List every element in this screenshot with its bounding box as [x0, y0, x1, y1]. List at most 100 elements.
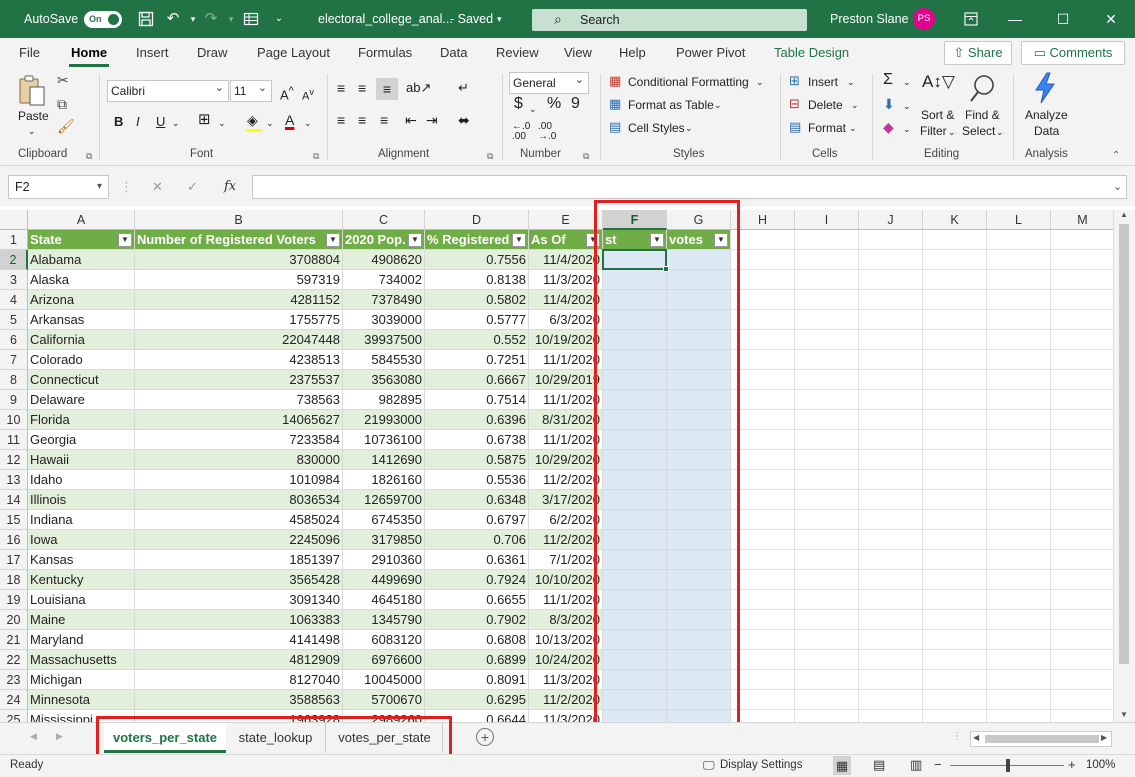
- table-cell[interactable]: 0.5802: [425, 290, 529, 310]
- grid-cell[interactable]: [795, 670, 859, 690]
- format-cells-dropdown-icon[interactable]: ⌄: [849, 120, 857, 136]
- grid-cell[interactable]: [795, 590, 859, 610]
- row-header-18[interactable]: 18: [0, 570, 28, 590]
- table-cell[interactable]: 8127040: [135, 670, 343, 690]
- table-cell[interactable]: 10045000: [343, 670, 425, 690]
- state-name-cell[interactable]: California: [28, 330, 135, 350]
- grid-cell[interactable]: [923, 350, 987, 370]
- table-cell[interactable]: 4141498: [135, 630, 343, 650]
- grid-cell[interactable]: [1051, 710, 1115, 722]
- table-cell[interactable]: 10/29/2019: [529, 370, 603, 390]
- table-cell[interactable]: 1010984: [135, 470, 343, 490]
- grid-cell[interactable]: [859, 310, 923, 330]
- state-name-cell[interactable]: Colorado: [28, 350, 135, 370]
- row-header-22[interactable]: 22: [0, 650, 28, 670]
- grid-cell[interactable]: [923, 250, 987, 270]
- grid-cell[interactable]: [1051, 490, 1115, 510]
- grid-cell[interactable]: [987, 530, 1051, 550]
- table-cell[interactable]: 10/10/2020: [529, 570, 603, 590]
- grid-cell[interactable]: [731, 450, 795, 470]
- comments-button[interactable]: ▭ Comments: [1021, 41, 1125, 65]
- table-cell[interactable]: 0.6899: [425, 650, 529, 670]
- grid-cell[interactable]: [1051, 230, 1115, 250]
- table-cell[interactable]: 0.8138: [425, 270, 529, 290]
- grid-cell[interactable]: [923, 630, 987, 650]
- zoom-out-icon[interactable]: −: [934, 757, 942, 772]
- cut-icon[interactable]: ✂: [57, 72, 69, 89]
- grid-cell[interactable]: [731, 510, 795, 530]
- underline-button[interactable]: U: [156, 114, 165, 130]
- sort-filter-label-2[interactable]: Filter: [920, 123, 947, 139]
- table-cell[interactable]: 6745350: [343, 510, 425, 530]
- table-cell[interactable]: 11/2/2020: [529, 530, 603, 550]
- table-header-cell[interactable]: 2020 Pop. ▼: [343, 230, 425, 250]
- increase-font-icon[interactable]: A^: [280, 83, 294, 103]
- grid-cell[interactable]: [859, 510, 923, 530]
- table-cell[interactable]: 0.6295: [425, 690, 529, 710]
- grid-cell[interactable]: [1051, 430, 1115, 450]
- insert-function-button[interactable]: fx: [224, 175, 236, 199]
- find-select-label-1[interactable]: Find &: [965, 107, 1000, 123]
- grid-cell[interactable]: [731, 270, 795, 290]
- tab-table-design[interactable]: Table Design: [774, 38, 849, 68]
- table-cell[interactable]: 0.7924: [425, 570, 529, 590]
- share-button[interactable]: ⇧ Share: [944, 41, 1012, 65]
- analyze-data-label-1[interactable]: Analyze: [1025, 107, 1068, 123]
- grid-cell[interactable]: [795, 710, 859, 722]
- save-status-dropdown-icon[interactable]: ▾: [497, 0, 502, 38]
- grid-cell[interactable]: [923, 650, 987, 670]
- filter-dropdown-icon[interactable]: ▼: [512, 233, 526, 247]
- number-launcher-icon[interactable]: ⧉: [583, 148, 589, 164]
- grid-cell[interactable]: [923, 410, 987, 430]
- table-cell[interactable]: 3565428: [135, 570, 343, 590]
- table-cell[interactable]: 0.552: [425, 330, 529, 350]
- tab-insert[interactable]: Insert: [136, 38, 169, 68]
- table-cell[interactable]: 6/2/2020: [529, 510, 603, 530]
- table-cell[interactable]: 8/31/2020: [529, 410, 603, 430]
- table-cell[interactable]: 7233584: [135, 430, 343, 450]
- grid-cell[interactable]: [795, 390, 859, 410]
- grid-cell[interactable]: [795, 470, 859, 490]
- table-cell[interactable]: 39937500: [343, 330, 425, 350]
- column-header-c[interactable]: C: [343, 210, 425, 230]
- table-cell[interactable]: 830000: [135, 450, 343, 470]
- increase-indent-icon[interactable]: ⇥: [426, 112, 438, 128]
- grid-cell[interactable]: [795, 350, 859, 370]
- table-cell[interactable]: 0.6348: [425, 490, 529, 510]
- grid-cell[interactable]: [795, 510, 859, 530]
- grid-cell[interactable]: [923, 450, 987, 470]
- grid-cell[interactable]: [795, 410, 859, 430]
- row-header-3[interactable]: 3: [0, 270, 28, 290]
- format-as-table-button[interactable]: Format as Table: [628, 97, 714, 113]
- table-cell[interactable]: 597319: [135, 270, 343, 290]
- filter-dropdown-icon[interactable]: ▼: [408, 233, 422, 247]
- tab-formulas[interactable]: Formulas: [358, 38, 412, 68]
- grid-cell[interactable]: [987, 670, 1051, 690]
- column-header-a[interactable]: A: [28, 210, 135, 230]
- merge-center-icon[interactable]: ⬌: [458, 112, 470, 128]
- zoom-in-icon[interactable]: +: [1068, 757, 1076, 772]
- grid-cell[interactable]: [1051, 370, 1115, 390]
- table-cell[interactable]: 10/19/2020: [529, 330, 603, 350]
- grid-cell[interactable]: [923, 550, 987, 570]
- table-header-cell[interactable]: Number of Registered Voters ▼: [135, 230, 343, 250]
- row-header-2[interactable]: 2: [0, 250, 28, 270]
- table-cell[interactable]: 5845530: [343, 350, 425, 370]
- normal-view-icon[interactable]: ▦: [833, 756, 851, 775]
- grid-cell[interactable]: [1051, 250, 1115, 270]
- table-cell[interactable]: 738563: [135, 390, 343, 410]
- table-cell[interactable]: 10/29/2020: [529, 450, 603, 470]
- table-cell[interactable]: 0.7514: [425, 390, 529, 410]
- grid-cell[interactable]: [731, 650, 795, 670]
- avatar[interactable]: PS: [913, 8, 935, 30]
- fill-icon[interactable]: ⬇: [883, 96, 895, 112]
- grid-cell[interactable]: [731, 590, 795, 610]
- table-cell[interactable]: 11/1/2020: [529, 350, 603, 370]
- grid-cell[interactable]: [731, 670, 795, 690]
- row-header-1[interactable]: 1: [0, 230, 28, 250]
- grid-cell[interactable]: [987, 390, 1051, 410]
- grid-cell[interactable]: [795, 230, 859, 250]
- row-header-7[interactable]: 7: [0, 350, 28, 370]
- analyze-data-label-2[interactable]: Data: [1034, 123, 1059, 139]
- grid-cell[interactable]: [987, 470, 1051, 490]
